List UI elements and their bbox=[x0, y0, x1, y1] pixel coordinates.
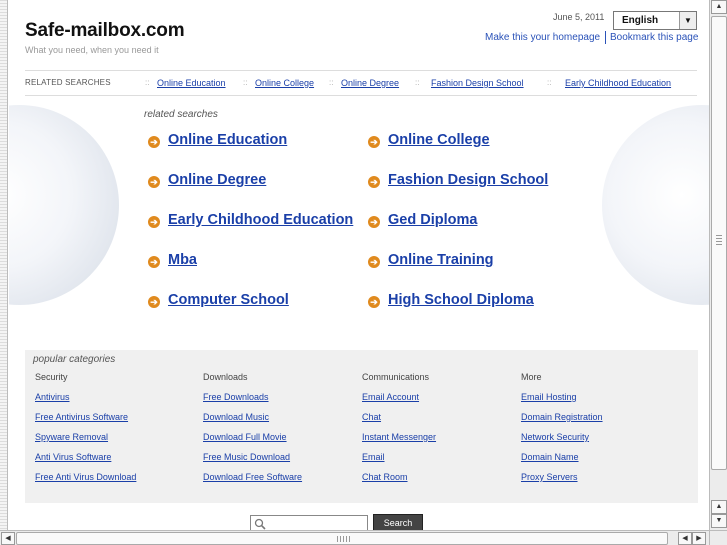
arrow-right-circle-icon: ➔ bbox=[368, 136, 380, 148]
related-bar-link[interactable]: Fashion Design School bbox=[431, 78, 524, 88]
search-result-label[interactable]: Computer School bbox=[168, 292, 289, 308]
category-title: Downloads bbox=[203, 372, 248, 382]
category-link[interactable]: Download Music bbox=[203, 412, 302, 432]
category-link[interactable]: Chat bbox=[362, 412, 436, 432]
category-link[interactable]: Free Downloads bbox=[203, 392, 302, 412]
scrollbar-corner bbox=[709, 530, 727, 545]
horizontal-scroll-thumb[interactable] bbox=[16, 532, 668, 545]
scroll-left-icon[interactable]: ◀ bbox=[678, 532, 692, 545]
related-bar-link[interactable]: Online Degree bbox=[341, 78, 399, 88]
related-searches-bar: RELATED SEARCHES :: Online Education :: … bbox=[25, 70, 697, 96]
search-result-label[interactable]: Early Childhood Education bbox=[168, 212, 353, 228]
decorative-sphere-left bbox=[9, 105, 119, 305]
category-link[interactable]: Chat Room bbox=[362, 472, 436, 492]
header-link-divider bbox=[605, 31, 606, 44]
category-link[interactable]: Free Music Download bbox=[203, 452, 302, 472]
category-title: Security bbox=[35, 372, 68, 382]
scroll-right-icon[interactable]: ▶ bbox=[692, 532, 706, 545]
category-link[interactable]: Spyware Removal bbox=[35, 432, 136, 452]
site-tagline: What you need, when you need it bbox=[25, 45, 159, 55]
search-button[interactable]: Search bbox=[373, 514, 423, 530]
arrow-right-circle-icon: ➔ bbox=[148, 296, 160, 308]
scroll-up-icon[interactable]: ▲ bbox=[711, 0, 727, 14]
category-column-downloads: Downloads Free Downloads Download Music … bbox=[203, 372, 302, 492]
arrow-right-circle-icon: ➔ bbox=[148, 256, 160, 268]
category-column-security: Security Antivirus Free Antivirus Softwa… bbox=[35, 372, 136, 492]
related-bar-separator: :: bbox=[243, 78, 248, 87]
scroll-up-icon[interactable]: ▲ bbox=[711, 500, 727, 514]
category-link[interactable]: Email bbox=[362, 452, 436, 472]
search-result-label[interactable]: High School Diploma bbox=[388, 292, 534, 308]
horizontal-scrollbar[interactable]: ◀ ◀ ▶ bbox=[0, 530, 709, 545]
search-result-label[interactable]: Online Education bbox=[168, 132, 287, 148]
language-select-value: English bbox=[622, 15, 659, 26]
arrow-right-circle-icon: ➔ bbox=[148, 136, 160, 148]
arrow-right-circle-icon: ➔ bbox=[148, 216, 160, 228]
category-link[interactable]: Email Hosting bbox=[521, 392, 603, 412]
site-title[interactable]: Safe-mailbox.com bbox=[25, 20, 185, 42]
related-bar-separator: :: bbox=[329, 78, 334, 87]
arrow-right-circle-icon: ➔ bbox=[148, 176, 160, 188]
category-title: Communications bbox=[362, 372, 430, 382]
make-homepage-link[interactable]: Make this your homepage bbox=[485, 32, 600, 43]
search-input[interactable] bbox=[250, 515, 368, 530]
related-bar-link[interactable]: Online Education bbox=[157, 78, 226, 88]
grip-icon bbox=[716, 235, 722, 245]
category-link[interactable]: Download Full Movie bbox=[203, 432, 302, 452]
scroll-down-icon[interactable]: ▼ bbox=[711, 514, 727, 528]
category-link[interactable]: Download Free Software bbox=[203, 472, 302, 492]
related-bar-separator: :: bbox=[415, 78, 420, 87]
bookmark-link[interactable]: Bookmark this page bbox=[610, 32, 698, 43]
search-result-label[interactable]: Online Degree bbox=[168, 172, 266, 188]
scroll-left-icon[interactable]: ◀ bbox=[1, 532, 15, 545]
chevron-down-icon[interactable]: ▼ bbox=[679, 12, 696, 29]
search-icon bbox=[254, 518, 266, 530]
category-link[interactable]: Domain Registration bbox=[521, 412, 603, 432]
window-left-edge bbox=[0, 0, 8, 530]
related-bar-label: RELATED SEARCHES bbox=[25, 78, 111, 87]
related-bar-link[interactable]: Online College bbox=[255, 78, 314, 88]
search-result-label[interactable]: Online Training bbox=[388, 252, 494, 268]
category-column-communications: Communications Email Account Chat Instan… bbox=[362, 372, 436, 492]
category-link[interactable]: Proxy Servers bbox=[521, 472, 603, 492]
related-bar-separator: :: bbox=[547, 78, 552, 87]
category-column-more: More Email Hosting Domain Registration N… bbox=[521, 372, 603, 492]
related-bar-link[interactable]: Early Childhood Education bbox=[565, 78, 671, 88]
search-result-label[interactable]: Mba bbox=[168, 252, 197, 268]
vertical-scrollbar[interactable]: ▲ ▲ ▼ bbox=[709, 0, 727, 530]
search-result-label[interactable]: Ged Diploma bbox=[388, 212, 477, 228]
popular-categories-heading: popular categories bbox=[33, 354, 116, 365]
search-result-label[interactable]: Online College bbox=[388, 132, 490, 148]
arrow-right-circle-icon: ➔ bbox=[368, 256, 380, 268]
vertical-scroll-thumb[interactable] bbox=[711, 16, 727, 470]
popular-categories-panel: popular categories Security Antivirus Fr… bbox=[25, 350, 698, 503]
grip-icon bbox=[337, 536, 351, 542]
arrow-right-circle-icon: ➔ bbox=[368, 296, 380, 308]
category-link[interactable]: Instant Messenger bbox=[362, 432, 436, 452]
category-link[interactable]: Anti Virus Software bbox=[35, 452, 136, 472]
language-select[interactable]: English ▼ bbox=[613, 11, 697, 30]
category-title: More bbox=[521, 372, 542, 382]
arrow-right-circle-icon: ➔ bbox=[368, 176, 380, 188]
arrow-right-circle-icon: ➔ bbox=[368, 216, 380, 228]
main-searches-heading: related searches bbox=[144, 109, 218, 120]
decorative-sphere-right bbox=[602, 105, 709, 305]
category-link[interactable]: Network Security bbox=[521, 432, 603, 452]
category-link[interactable]: Domain Name bbox=[521, 452, 603, 472]
related-bar-separator: :: bbox=[145, 78, 150, 87]
header-date: June 5, 2011 bbox=[553, 12, 605, 22]
category-link[interactable]: Free Antivirus Software bbox=[35, 412, 136, 432]
category-link[interactable]: Email Account bbox=[362, 392, 436, 412]
page-content: Safe-mailbox.com What you need, when you… bbox=[9, 0, 709, 530]
browser-viewport: Safe-mailbox.com What you need, when you… bbox=[0, 0, 727, 545]
search-result-label[interactable]: Fashion Design School bbox=[388, 172, 548, 188]
category-link[interactable]: Antivirus bbox=[35, 392, 136, 412]
category-link[interactable]: Free Anti Virus Download bbox=[35, 472, 136, 492]
